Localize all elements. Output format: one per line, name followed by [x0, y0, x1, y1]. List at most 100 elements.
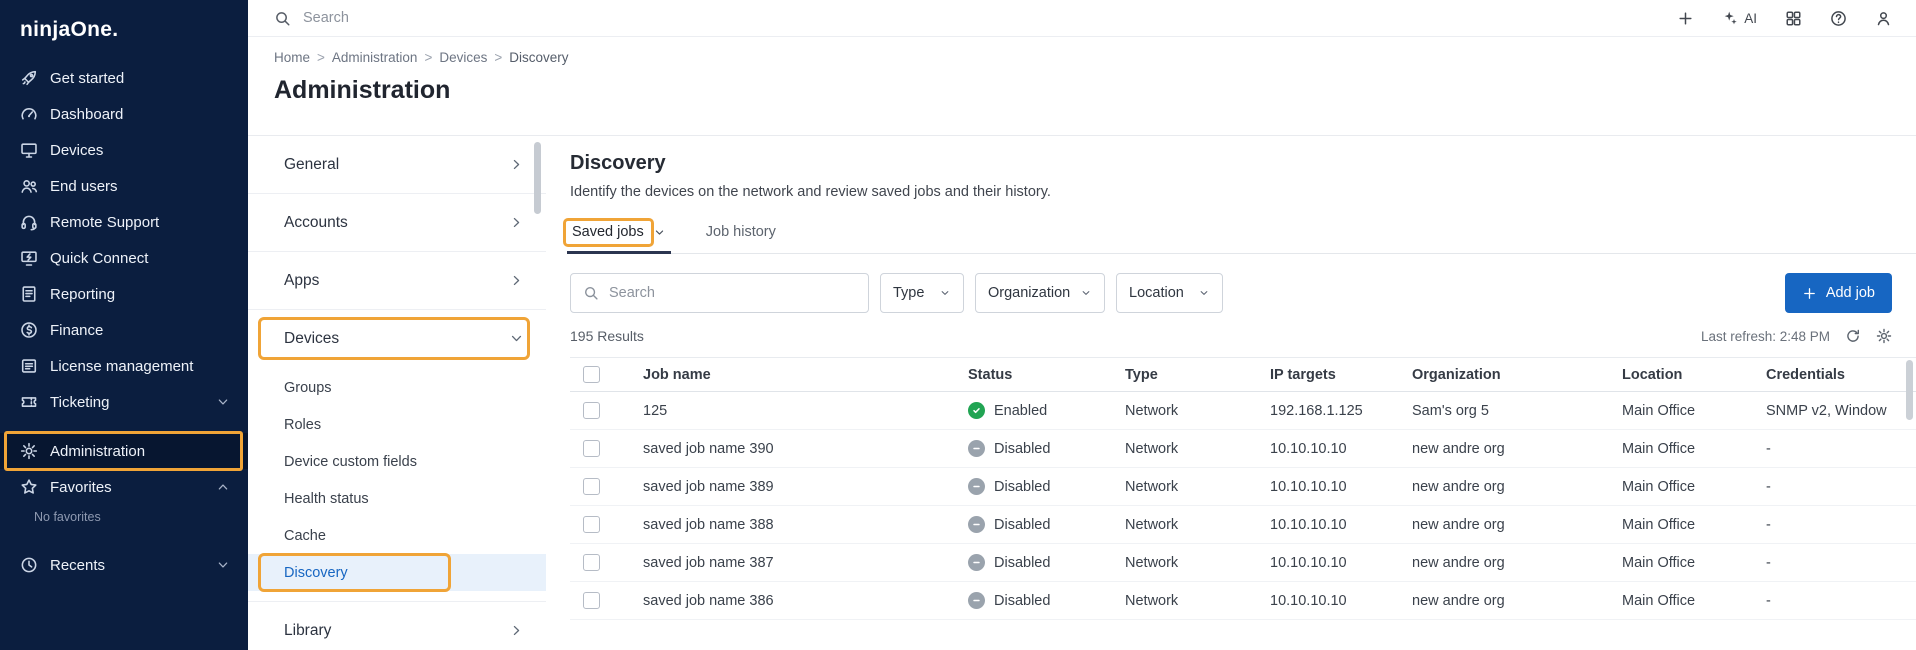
tab-saved-jobs[interactable]: Saved jobs [570, 224, 668, 253]
quick-add-icon[interactable] [1677, 10, 1694, 27]
row-checkbox[interactable] [583, 592, 600, 609]
table-search[interactable] [570, 273, 869, 313]
sidebar-item-favorites[interactable]: Favorites [0, 469, 248, 505]
tab-job-history[interactable]: Job history [704, 224, 778, 253]
row-checkbox[interactable] [583, 478, 600, 495]
table-row[interactable]: saved job name 386DisabledNetwork10.10.1… [570, 582, 1916, 620]
breadcrumb-item-home[interactable]: Home [274, 50, 310, 65]
column-header-job-name[interactable]: Job name [643, 367, 968, 383]
subnav-child-health-status[interactable]: Health status [248, 480, 546, 517]
select-all-cell [570, 366, 643, 383]
ticket-icon [20, 393, 38, 411]
column-header-location[interactable]: Location [1622, 367, 1766, 383]
ai-button[interactable]: AI [1722, 10, 1757, 26]
row-checkbox[interactable] [583, 516, 600, 533]
sidebar-item-label: License management [50, 358, 193, 375]
filter-type[interactable]: Type [880, 273, 964, 313]
column-header-type[interactable]: Type [1125, 367, 1270, 383]
status-label: Disabled [994, 555, 1050, 571]
column-header-status[interactable]: Status [968, 367, 1125, 383]
subnav-item-devices[interactable]: Devices [248, 310, 546, 367]
subnav-child-groups[interactable]: Groups [248, 369, 546, 406]
breadcrumb-item-administration[interactable]: Administration [332, 50, 418, 65]
column-header-ip-targets[interactable]: IP targets [1270, 367, 1412, 383]
apps-grid-icon[interactable] [1785, 10, 1802, 27]
table-search-input[interactable] [609, 285, 856, 301]
users-icon [20, 177, 38, 195]
admin-subnav: GeneralAccountsAppsDevicesGroups Roles Dev… [248, 136, 546, 650]
sidebar-item-devices[interactable]: Devices [0, 132, 248, 168]
content-row: GeneralAccountsAppsDevicesGroups Roles Dev… [248, 135, 1916, 650]
status-label: Disabled [994, 441, 1050, 457]
subnav-child-cache[interactable]: Cache [248, 517, 546, 554]
status-disabled-icon [968, 440, 985, 457]
refresh-icon[interactable] [1845, 328, 1861, 344]
help-icon[interactable] [1830, 10, 1847, 27]
clock-icon [20, 556, 38, 574]
ip-targets-cell: 10.10.10.10 [1270, 593, 1412, 609]
type-cell: Network [1125, 479, 1270, 495]
breadcrumb-item-devices[interactable]: Devices [439, 50, 487, 65]
subnav-item-apps[interactable]: Apps [248, 252, 546, 309]
table-scrollbar[interactable] [1906, 360, 1913, 420]
add-job-button[interactable]: Add job [1785, 273, 1892, 313]
caret-down-icon[interactable] [653, 226, 666, 239]
subnav-child-label: Cache [284, 528, 326, 544]
credentials-cell: SNMP v2, Window [1766, 403, 1916, 419]
sidebar-item-label: Quick Connect [50, 250, 148, 267]
caret-down-icon [939, 287, 951, 299]
subnav-item-general[interactable]: General [248, 136, 546, 193]
user-profile-icon[interactable] [1875, 10, 1892, 27]
sidebar-item-end-users[interactable]: End users [0, 168, 248, 204]
subnav-item-accounts[interactable]: Accounts [248, 194, 546, 251]
subnav-item-library[interactable]: Library [248, 602, 546, 650]
ip-targets-cell: 10.10.10.10 [1270, 479, 1412, 495]
credentials-cell: - [1766, 517, 1916, 533]
job-name-cell: saved job name 388 [643, 517, 968, 533]
global-search-input[interactable] [303, 10, 723, 26]
filter-label: Location [1129, 285, 1184, 301]
table-row[interactable]: saved job name 389DisabledNetwork10.10.1… [570, 468, 1916, 506]
sidebar-item-label: Dashboard [50, 106, 123, 123]
main-panel: Discovery Identify the devices on the ne… [546, 136, 1916, 650]
sidebar-item-administration[interactable]: Administration [0, 433, 248, 469]
sidebar-item-reporting[interactable]: Reporting [0, 276, 248, 312]
sidebar-item-recents[interactable]: Recents [0, 547, 248, 583]
filter-location[interactable]: Location [1116, 273, 1223, 313]
job-name-cell: saved job name 386 [643, 593, 968, 609]
sidebar-item-get-started[interactable]: Get started [0, 60, 248, 96]
table-row[interactable]: saved job name 390DisabledNetwork10.10.1… [570, 430, 1916, 468]
sidebar-item-quick-connect[interactable]: Quick Connect [0, 240, 248, 276]
chevron-down-icon [214, 556, 232, 574]
select-all-checkbox[interactable] [583, 366, 600, 383]
subnav-child-label: Roles [284, 417, 321, 433]
table-row[interactable]: 125EnabledNetwork192.168.1.125Sam's org … [570, 392, 1916, 430]
sidebar-item-license-management[interactable]: License management [0, 348, 248, 384]
row-checkbox[interactable] [583, 440, 600, 457]
filter-organization[interactable]: Organization [975, 273, 1105, 313]
ninjaone-logo[interactable]: ninjaOne. [0, 12, 248, 60]
location-cell: Main Office [1622, 479, 1766, 495]
subnav-child-device-custom-fields[interactable]: Device custom fields [248, 443, 546, 480]
section-description: Identify the devices on the network and … [570, 184, 1916, 200]
type-cell: Network [1125, 441, 1270, 457]
sidebar-item-remote-support[interactable]: Remote Support [0, 204, 248, 240]
sidebar-item-dashboard[interactable]: Dashboard [0, 96, 248, 132]
row-checkbox[interactable] [583, 554, 600, 571]
column-header-organization[interactable]: Organization [1412, 367, 1622, 383]
row-checkbox[interactable] [583, 402, 600, 419]
sidebar-spacer [0, 420, 248, 433]
table-row[interactable]: saved job name 387DisabledNetwork10.10.1… [570, 544, 1916, 582]
table-row[interactable]: saved job name 388DisabledNetwork10.10.1… [570, 506, 1916, 544]
sidebar-item-label: Ticketing [50, 394, 109, 411]
sidebar-item-ticketing[interactable]: Ticketing [0, 384, 248, 420]
column-header-credentials[interactable]: Credentials [1766, 367, 1916, 383]
subnav-section-accounts: Accounts [248, 194, 546, 252]
global-search[interactable] [274, 10, 723, 27]
subnav-child-roles[interactable]: Roles [248, 406, 546, 443]
breadcrumb-item-discovery[interactable]: Discovery [509, 50, 568, 65]
subnav-child-discovery[interactable]: Discovery [248, 554, 546, 591]
main-column: AI Home>Administration>Devices>Discovery… [248, 0, 1916, 650]
table-settings-icon[interactable] [1876, 328, 1892, 344]
sidebar-item-finance[interactable]: Finance [0, 312, 248, 348]
